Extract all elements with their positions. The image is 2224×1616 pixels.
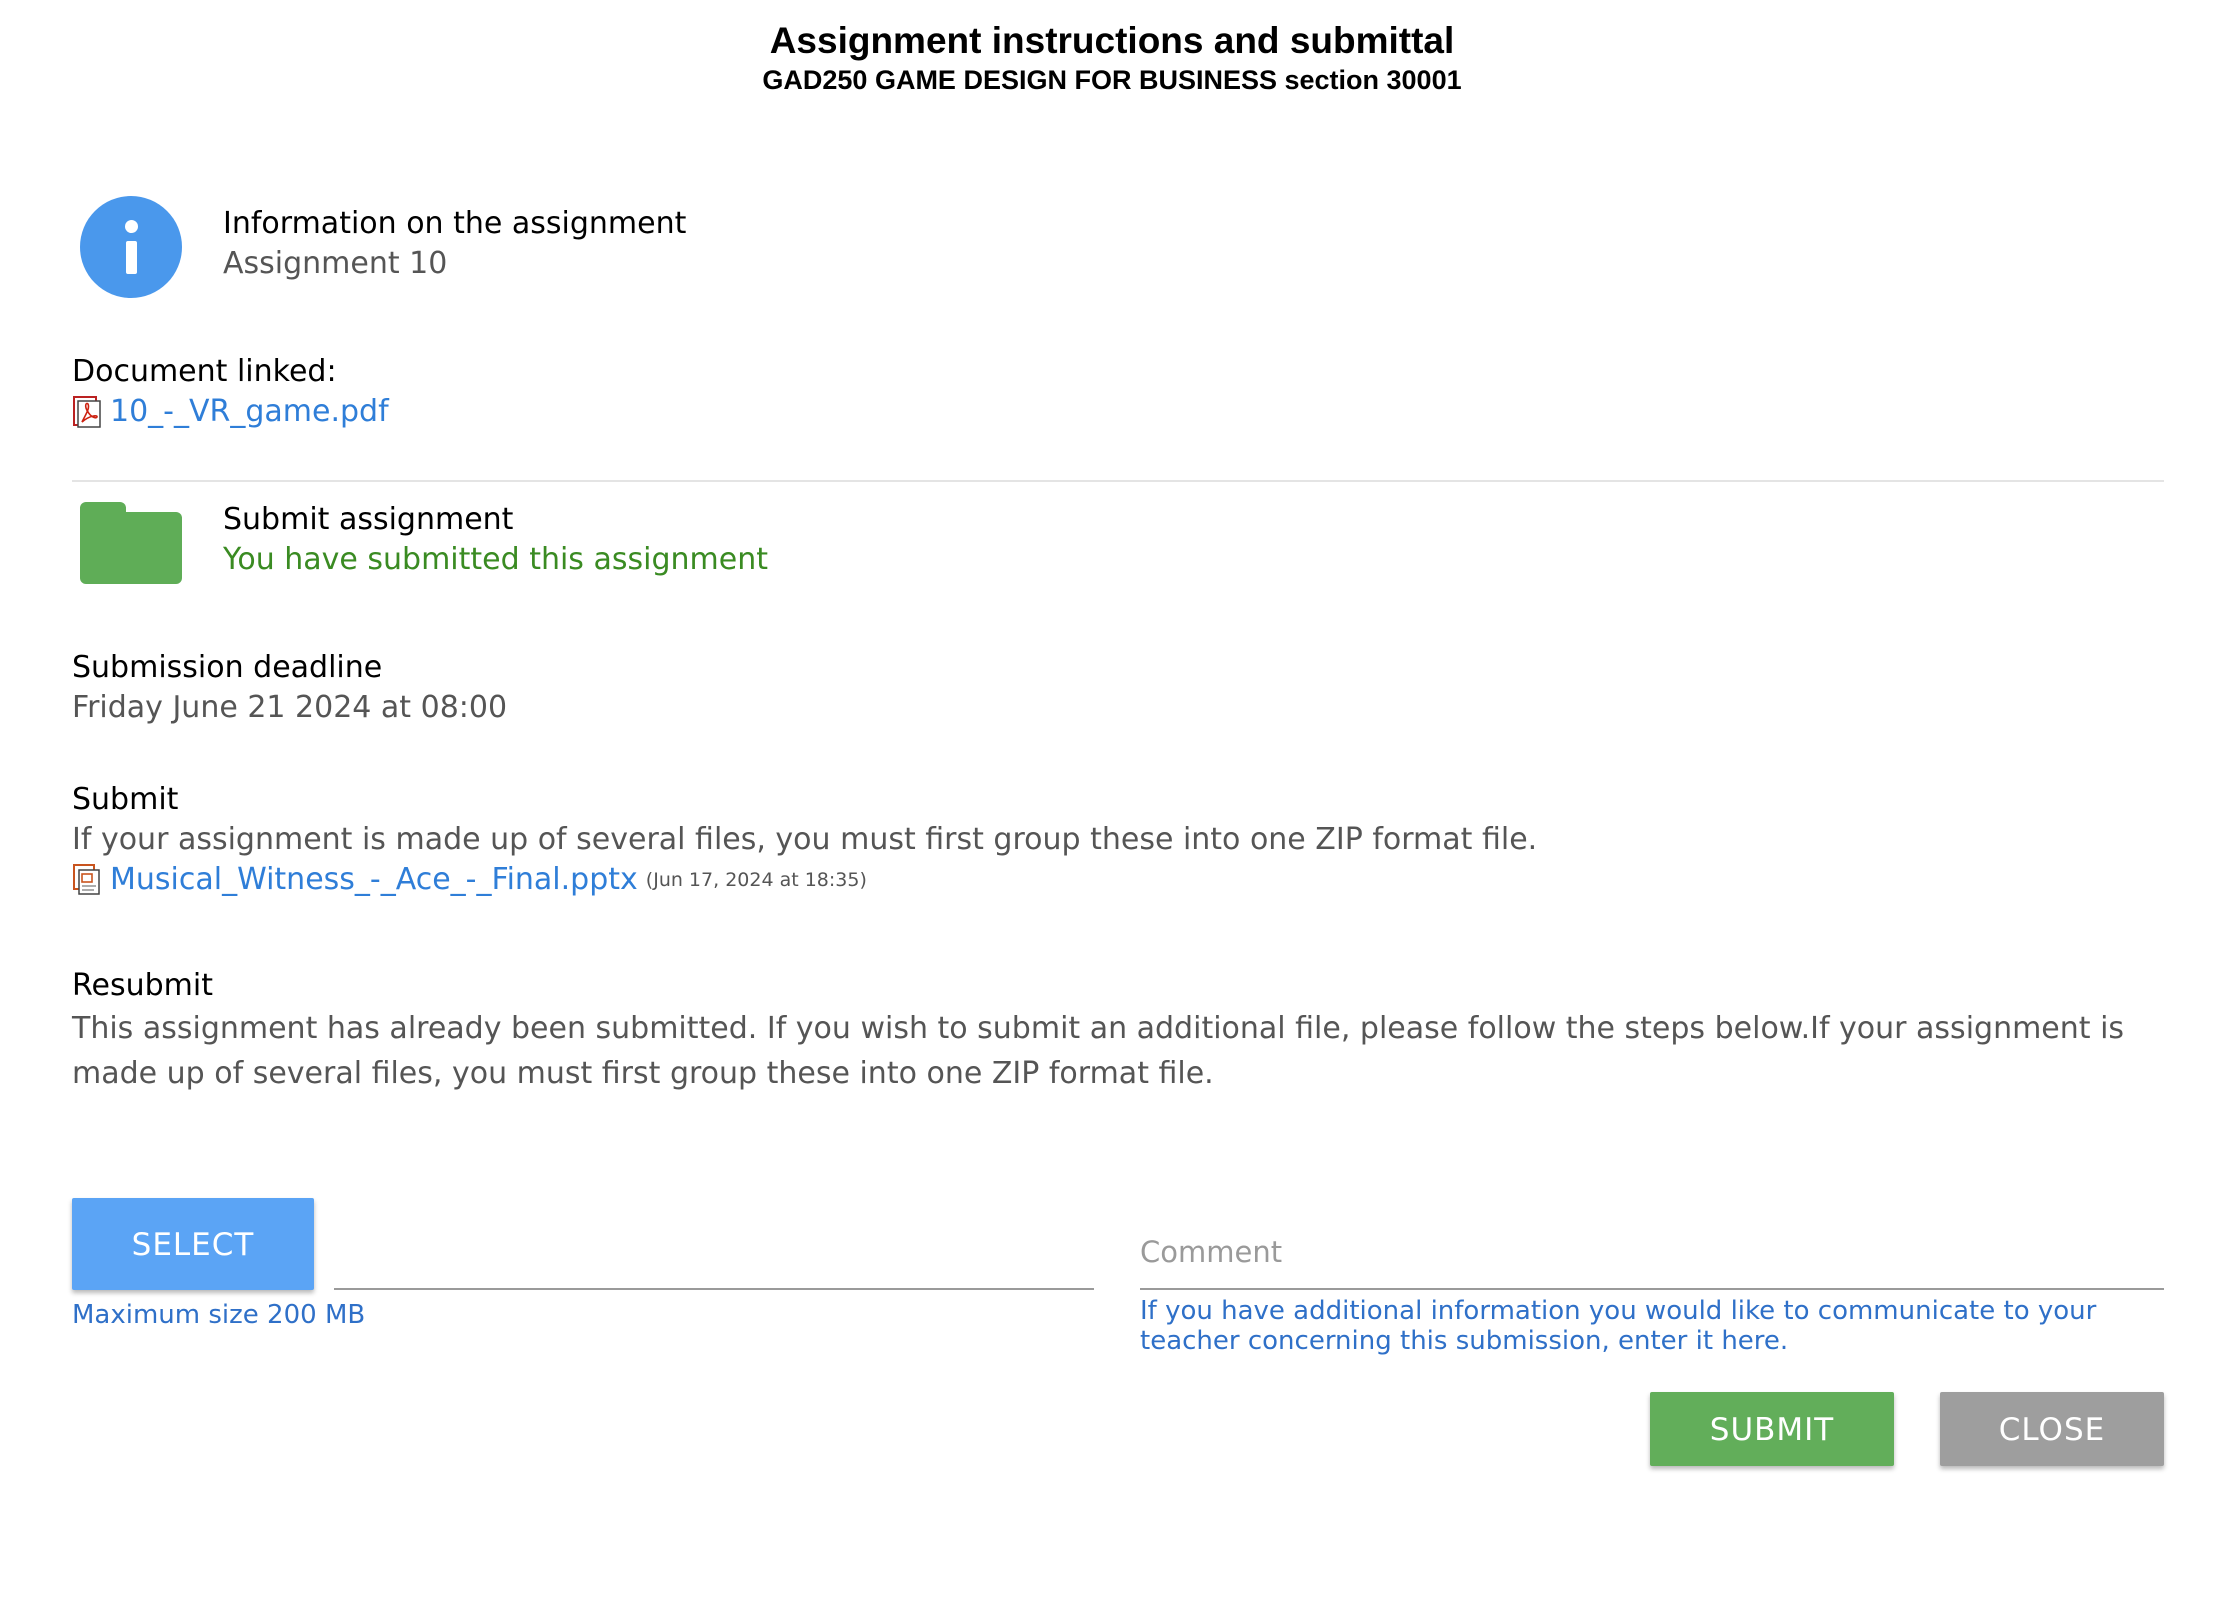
pptx-file-icon [72, 864, 102, 896]
folder-icon [80, 502, 182, 584]
submitted-file-date: (Jun 17, 2024 at 18:35) [645, 869, 867, 891]
close-button[interactable]: CLOSE [1940, 1392, 2164, 1466]
deadline-value: Friday June 21 2024 at 08:00 [72, 690, 508, 725]
submitted-file-link[interactable]: Musical_Witness_-_Ace_-_Final.pptx [110, 860, 638, 900]
deadline-label: Submission deadline [72, 650, 383, 685]
submit-section: Submit If your assignment is made up of … [72, 780, 1537, 900]
max-size-hint: Maximum size 200 MB [72, 1300, 366, 1330]
select-file-button[interactable]: SELECT [72, 1198, 314, 1290]
assignment-name: Assignment 10 [223, 246, 448, 281]
dialog-header: Assignment instructions and submittal GA… [0, 20, 2224, 96]
course-subtitle: GAD250 GAME DESIGN FOR BUSINESS section … [762, 65, 1462, 95]
selected-file-field[interactable] [334, 1198, 1094, 1290]
submit-label: Submit [72, 782, 179, 817]
pdf-file-icon [72, 396, 102, 428]
resubmit-label: Resubmit [72, 968, 213, 1003]
submit-button[interactable]: SUBMIT [1650, 1392, 1894, 1466]
info-heading: Information on the assignment [223, 206, 687, 241]
info-icon [80, 196, 182, 298]
comment-hint: If you have additional information you w… [1140, 1296, 2097, 1356]
linked-document-link[interactable]: 10_-_VR_game.pdf [110, 392, 389, 432]
dialog-title: Assignment instructions and submittal [769, 20, 1455, 61]
resubmit-section: Resubmit This assignment has already bee… [72, 966, 2164, 1096]
document-label: Document linked: [72, 354, 337, 389]
deadline-section: Submission deadline Friday June 21 2024 … [72, 648, 507, 728]
submission-status: Submit assignment You have submitted thi… [223, 500, 768, 580]
submitted-status-text: You have submitted this assignment [223, 542, 768, 577]
comment-input[interactable] [1140, 1198, 2164, 1290]
section-divider [72, 480, 2164, 482]
linked-document: Document linked: 10_-_VR_game.pdf [72, 352, 389, 432]
zip-instructions: If your assignment is made up of several… [72, 822, 1538, 857]
submit-heading: Submit assignment [223, 502, 514, 537]
resubmit-text: This assignment has already been submitt… [72, 1011, 2125, 1091]
assignment-info: Information on the assignment Assignment… [223, 204, 686, 284]
